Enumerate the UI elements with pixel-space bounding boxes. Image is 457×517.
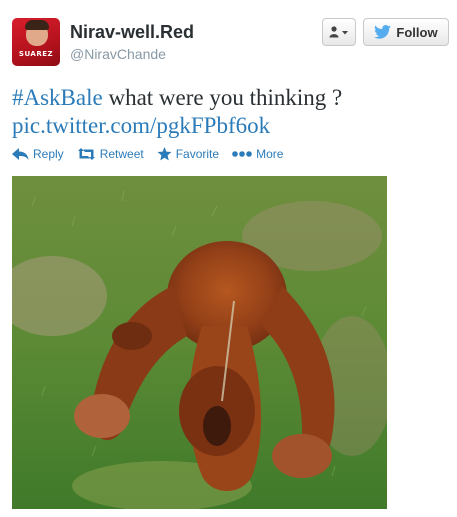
retweet-label: Retweet [99,147,144,161]
tweet-actions: Reply Retweet Favorite More [12,147,296,161]
tweet-body: what were you thinking ? [102,85,343,110]
twitter-bird-icon [374,25,392,39]
star-icon [157,147,172,161]
more-dots-icon [232,151,252,157]
user-actions-button[interactable] [322,18,356,46]
favorite-label: Favorite [175,147,220,161]
orangutan-photo-image [12,176,387,509]
pic-link[interactable]: pic.twitter.com/pgkFPbf6ok [12,113,270,138]
retweet-icon [77,148,95,160]
reply-label: Reply [33,147,64,161]
more-label: More [256,147,284,161]
retweet-action[interactable]: Retweet [77,147,144,161]
display-name[interactable]: Nirav-well.Red [70,22,194,43]
more-action[interactable]: More [232,147,283,161]
follow-button[interactable]: Follow [363,18,449,46]
avatar-jersey-text: SUAREZ [18,50,54,58]
user-handle[interactable]: @NiravChande [70,46,166,62]
reply-icon [12,148,29,160]
tweet-photo[interactable] [12,176,387,509]
reply-action[interactable]: Reply [12,147,64,161]
avatar[interactable]: SUAREZ [12,18,60,66]
avatar-hair [25,20,49,30]
user-dropdown-icon [329,26,348,38]
hashtag-link[interactable]: #AskBale [12,85,103,110]
favorite-action[interactable]: Favorite [157,147,219,161]
tweet-text: #AskBale what were you thinking ? pic.tw… [12,84,452,140]
follow-label: Follow [396,24,438,40]
